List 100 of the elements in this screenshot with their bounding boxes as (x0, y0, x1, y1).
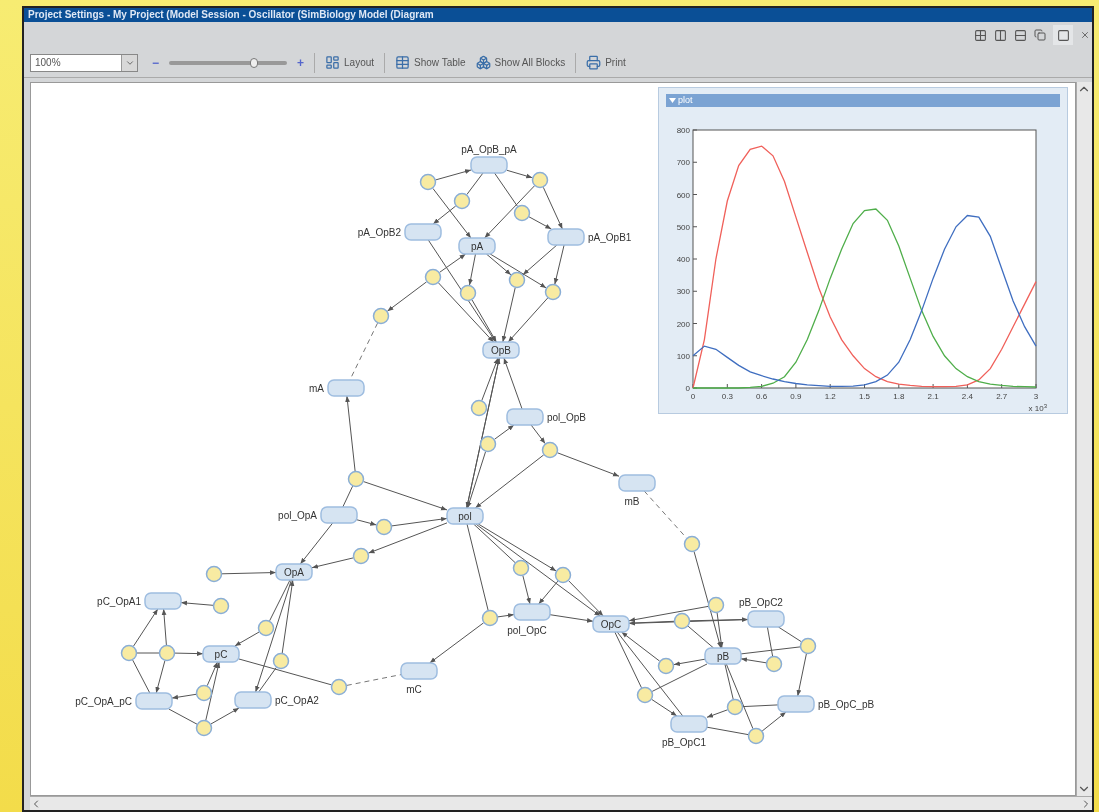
connector-line (132, 659, 151, 694)
toolbar-button[interactable]: Print (586, 55, 626, 70)
toolbar-button[interactable]: Show All Blocks (475, 55, 566, 70)
zoom-out-button[interactable]: − (152, 53, 159, 72)
node-label: pA_OpB1 (588, 232, 632, 243)
window-title: Project Settings - My Project (Model Session - Oscillator (SimBiology Model (Diagram (28, 10, 434, 20)
arrow-line (740, 657, 767, 664)
species-node (372, 307, 390, 325)
connector-line (628, 620, 675, 624)
dropdown-button[interactable] (121, 54, 137, 71)
horizontal-scrollbar[interactable] (30, 796, 1092, 810)
block-node (777, 695, 815, 713)
species-node (347, 470, 365, 488)
vertical-scrollbar[interactable] (1076, 82, 1092, 796)
block-node (404, 223, 442, 241)
connector-line (136, 652, 160, 654)
x-axis-multiplier: x 10$^{3}$ (1028, 405, 1047, 413)
node-label: pA_OpB2 (357, 227, 401, 238)
species-node (673, 612, 691, 630)
species-node (195, 719, 213, 737)
y-tick-label: 300 (676, 287, 690, 297)
columns-icon[interactable] (994, 28, 1007, 42)
species-node (352, 547, 370, 565)
species-node (799, 637, 817, 655)
x-tick-label: 2.4 (961, 392, 973, 401)
node-label: OpC (600, 619, 622, 630)
block-node (670, 715, 708, 733)
species-node (195, 684, 213, 702)
rows-icon[interactable] (1014, 28, 1027, 42)
node-label: pC (214, 649, 228, 660)
toolbar-button[interactable]: Layout (325, 55, 375, 70)
x-tick-label: 1.5 (858, 392, 871, 401)
x-tick-label: 0.9 (790, 392, 802, 401)
x-tick-label: 3 (1033, 392, 1039, 401)
species-node (636, 686, 654, 704)
toolbar-button[interactable]: Show Table (395, 55, 466, 70)
node-label: pol_OpA (278, 510, 317, 521)
y-tick-label: 800 (676, 126, 690, 135)
species-node (544, 283, 562, 301)
node-label: pB (716, 651, 730, 662)
node-label: pB_OpC1 (662, 737, 706, 748)
block-node (144, 592, 182, 610)
arrow-line (530, 424, 546, 445)
species-node (765, 655, 783, 673)
restore-icon[interactable] (1034, 29, 1046, 41)
zoom-in-button[interactable]: + (297, 53, 305, 72)
x-tick-label: 0.3 (721, 392, 733, 401)
block-node (547, 228, 585, 246)
species-node (554, 566, 572, 584)
species-node (419, 173, 437, 191)
node-label: mC (406, 684, 422, 695)
node-label: pA_OpB_pA (461, 144, 517, 155)
arrow-line (161, 608, 167, 646)
x-tick-label: 1.8 (893, 392, 905, 401)
node-label: mB (624, 496, 640, 507)
arrow-line (557, 452, 620, 477)
species-node (508, 271, 526, 289)
node-label: pC_OpA1 (97, 596, 141, 607)
arrow-line (796, 653, 807, 697)
species-node (424, 268, 442, 286)
species-node (747, 727, 765, 745)
collapse-icon[interactable] (669, 98, 676, 103)
species-node (531, 171, 549, 189)
x-tick-label: 0 (690, 392, 696, 401)
node-label: OpA (284, 567, 304, 578)
zoom-slider-thumb[interactable] (249, 57, 258, 68)
blocks-icon (475, 55, 491, 70)
block-node (482, 341, 520, 359)
block-node (234, 691, 272, 709)
block-node (275, 563, 313, 581)
species-node (453, 192, 471, 210)
species-node (158, 644, 176, 662)
species-node (272, 652, 290, 670)
species-node (726, 698, 744, 716)
arrow-line (761, 711, 787, 732)
close-icon[interactable] (1080, 30, 1090, 40)
zoom-slider-track[interactable] (169, 60, 287, 65)
block-node (704, 647, 742, 665)
y-tick-label: 200 (676, 319, 690, 329)
x-tick-label: 0.6 (756, 392, 768, 401)
zoom-select[interactable]: 100% (30, 53, 138, 72)
species-node (707, 596, 725, 614)
panel-title: plot (678, 96, 693, 105)
connector-line (687, 625, 715, 649)
arrow-line (155, 660, 166, 694)
y-tick-label: 400 (676, 255, 690, 264)
tile-icon[interactable] (974, 28, 987, 42)
arrow-line (503, 357, 523, 410)
species-node (479, 435, 497, 453)
x-tick-label: 2.1 (927, 392, 939, 401)
y-tick-label: 500 (676, 222, 690, 232)
x-tick-label: 1.2 (824, 392, 836, 401)
arrow-line (429, 622, 485, 664)
maximize-button[interactable] (1053, 25, 1073, 45)
node-label: OpB (491, 345, 511, 356)
connector-line (269, 579, 291, 622)
arrow-line (506, 169, 533, 179)
block-node (470, 156, 508, 174)
block-node (327, 379, 365, 397)
block-node (400, 662, 438, 680)
